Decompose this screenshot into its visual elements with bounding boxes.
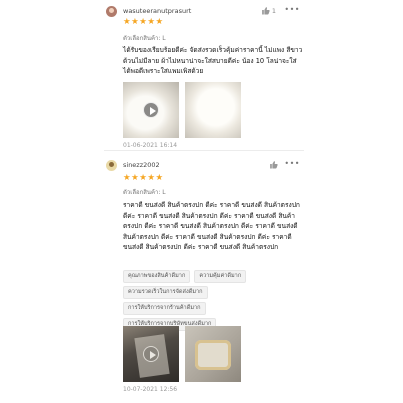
star-icon: ★: [147, 173, 155, 183]
avatar[interactable]: [106, 6, 117, 17]
more-icon[interactable]: •••: [284, 159, 300, 168]
star-icon: ★: [123, 173, 131, 183]
reviewer-username[interactable]: sinezz2002: [123, 161, 160, 169]
star-icon: ★: [147, 17, 155, 27]
star-icon: ★: [155, 17, 164, 27]
like-count: 1: [271, 6, 276, 15]
review-image-thumbnail[interactable]: [185, 82, 241, 138]
product-variant: ตัวเลือกสินค้า: L: [123, 189, 166, 196]
more-icon[interactable]: •••: [284, 5, 300, 14]
review-tag: การให้บริการจากร้านค้าดีมาก: [123, 302, 206, 315]
review-image-thumbnail[interactable]: [185, 326, 241, 382]
like-button[interactable]: 1: [261, 6, 276, 15]
review-tags: คุณภาพของสินค้าดีมาก ความคุ้มค่าดีมาก คว…: [123, 270, 304, 334]
review-tag: ความคุ้มค่าดีมาก: [194, 270, 247, 283]
review-text: ได้รับของเรียบร้อยดีค่ะ จัดส่งรวดเร็วคุ้…: [123, 46, 303, 75]
star-icon: ★: [123, 17, 131, 27]
thumbs-up-icon: [261, 7, 270, 15]
review-tag: คุณภาพของสินค้าดีมาก: [123, 270, 191, 283]
reviewer-username[interactable]: wasuteeranutprasurt: [123, 7, 191, 15]
review-card: sinezz2002 ••• ★ ★ ★ ★ ★ ตัวเลือกสินค้า: L ร…: [104, 159, 304, 400]
play-icon[interactable]: [143, 102, 159, 118]
review-tag: ความรวดเร็วในการจัดส่งดีมาก: [123, 286, 208, 299]
divider: [104, 150, 304, 151]
review-date: 10-07-2021 12:56: [123, 386, 178, 393]
review-header: sinezz2002 •••: [104, 159, 304, 172]
star-icon: ★: [139, 17, 147, 27]
avatar[interactable]: [106, 160, 117, 171]
tag-row: คุณภาพของสินค้าดีมาก ความคุ้มค่าดีมาก: [123, 270, 304, 283]
play-icon[interactable]: [143, 346, 159, 362]
tag-row: การให้บริการจากร้านค้าดีมาก: [123, 302, 304, 315]
review-video-thumbnail[interactable]: [123, 326, 179, 382]
review-video-thumbnail[interactable]: [123, 82, 179, 138]
product-variant: ตัวเลือกสินค้า: L: [123, 35, 166, 42]
star-rating: ★ ★ ★ ★ ★: [123, 173, 164, 183]
review-media: [123, 82, 241, 138]
like-button[interactable]: [269, 160, 278, 169]
star-icon: ★: [139, 173, 147, 183]
review-card: wasuteeranutprasurt 1 ••• ★ ★ ★ ★ ★ ตัวเลือก…: [104, 5, 304, 156]
star-icon: ★: [131, 17, 139, 27]
review-date: 01-06-2021 16:14: [123, 142, 178, 149]
review-text: ราคาดี ขนส่งดี สินค้าตรงปก ดีค่ะ ราคาดี …: [123, 201, 300, 251]
star-icon: ★: [131, 173, 139, 183]
star-icon: ★: [155, 173, 164, 183]
review-media: [123, 326, 241, 382]
thumbs-up-icon: [270, 161, 278, 169]
star-rating: ★ ★ ★ ★ ★: [123, 17, 164, 27]
tag-row: ความรวดเร็วในการจัดส่งดีมาก: [123, 286, 304, 299]
